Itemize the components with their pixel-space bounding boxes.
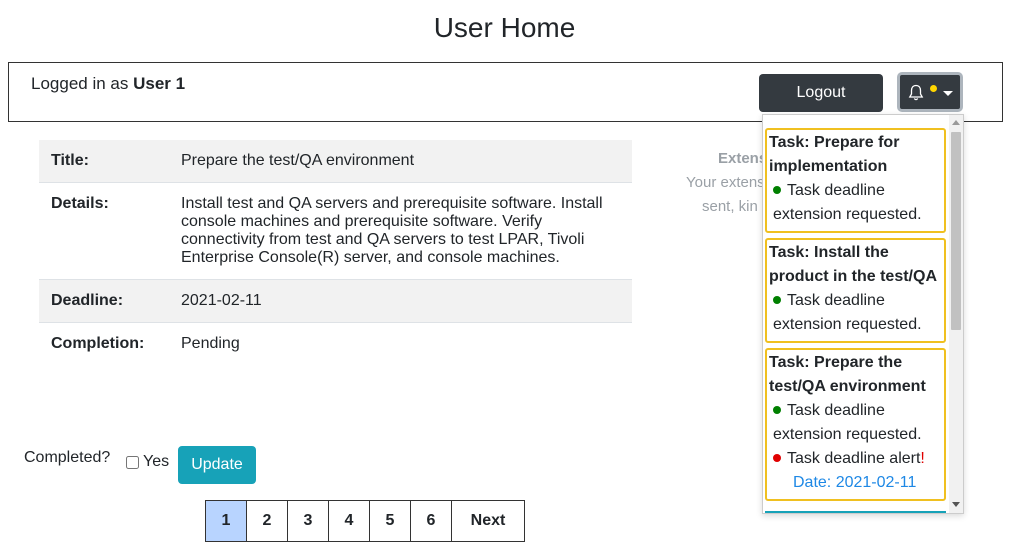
details-label: Details: (39, 182, 169, 280)
title-value: Prepare the test/QA environment (169, 140, 632, 183)
notification-message-text: Task deadline extension requested. (773, 182, 922, 223)
task-details-table: Title: Prepare the test/QA environment D… (39, 140, 632, 365)
red-status-dot-icon (773, 454, 781, 462)
scrollbar-thumb[interactable] (951, 132, 961, 330)
notifications-dropdown[interactable]: Task: Prepare for implementation Task de… (762, 114, 964, 514)
deadline-value: 2021-02-11 (169, 279, 632, 323)
update-button[interactable]: Update (178, 446, 256, 484)
unread-indicator-dot (930, 85, 937, 92)
notification-message-text: Task deadline alert (787, 450, 921, 467)
page-button-4[interactable]: 4 (328, 500, 370, 542)
notification-date: Date: 2021-02-11 (793, 474, 917, 491)
deadline-label: Deadline: (39, 279, 169, 323)
completed-label: Completed? (24, 449, 111, 466)
user-header: Logged in as User 1 Logout (8, 62, 1003, 122)
table-row: Title: Prepare the test/QA environment (39, 140, 632, 183)
notification-title: Task: Prepare for implementation (769, 134, 900, 175)
page-button-5[interactable]: 5 (369, 500, 411, 542)
extension-heading: Extens (718, 150, 768, 167)
completed-checkbox[interactable] (126, 455, 139, 469)
yes-checkbox-label[interactable]: Yes (126, 453, 169, 471)
notification-title: Task: Prepare the test/QA environment (769, 354, 926, 395)
bell-icon (908, 84, 924, 101)
alert-exclamation: ! (920, 450, 925, 467)
logged-in-prefix: Logged in as (31, 74, 134, 93)
details-value: Install test and QA servers and prerequi… (169, 182, 632, 280)
title-label: Title: (39, 140, 169, 183)
pagination: 1 2 3 4 5 6 Next (205, 500, 525, 542)
notification-message: Task deadline extension requested. (769, 289, 942, 337)
notifications-toggle-button[interactable] (897, 72, 963, 112)
notification-message: Task deadline alert! (769, 447, 942, 471)
table-row: Details: Install test and QA servers and… (39, 182, 632, 280)
green-status-dot-icon (773, 406, 781, 414)
yes-label: Yes (143, 453, 170, 470)
page-button-3[interactable]: 3 (287, 500, 329, 542)
notifications-list: Task: Prepare for implementation Task de… (765, 128, 946, 506)
table-row: Completion: Pending (39, 322, 632, 365)
notifications-scrollbar[interactable] (949, 115, 963, 513)
notification-message: Task deadline extension requested. (769, 179, 942, 227)
logged-in-text: Logged in as User 1 (31, 74, 185, 94)
user-name: User 1 (133, 74, 186, 93)
notification-item-partial (765, 511, 946, 513)
notification-message-text: Task deadline extension requested. (773, 292, 922, 333)
notification-item[interactable]: Task: Prepare for implementation Task de… (765, 128, 946, 233)
caret-down-icon (943, 91, 953, 96)
notification-item[interactable]: Task: Install the product in the test/QA… (765, 238, 946, 343)
page-button-6[interactable]: 6 (410, 500, 452, 542)
page-button-2[interactable]: 2 (246, 500, 288, 542)
notification-item[interactable]: Task: Prepare the test/QA environment Ta… (765, 348, 946, 501)
green-status-dot-icon (773, 296, 781, 304)
next-page-button[interactable]: Next (451, 500, 525, 542)
extension-text-line: Your extens (686, 174, 765, 191)
table-row: Deadline: 2021-02-11 (39, 279, 632, 323)
logout-button[interactable]: Logout (759, 74, 883, 112)
scroll-down-arrow-icon[interactable] (952, 502, 960, 507)
green-status-dot-icon (773, 186, 781, 194)
completion-value: Pending (169, 322, 632, 365)
scroll-up-arrow-icon[interactable] (952, 120, 960, 125)
completion-label: Completion: (39, 322, 169, 365)
page-button-1[interactable]: 1 (205, 500, 247, 542)
notification-message-text: Task deadline extension requested. (773, 402, 922, 443)
extension-text-line: sent, kin (702, 198, 758, 215)
page-title: User Home (433, 12, 576, 43)
notification-title: Task: Install the product in the test/QA (769, 244, 937, 285)
notification-message: Task deadline extension requested. (769, 399, 942, 447)
